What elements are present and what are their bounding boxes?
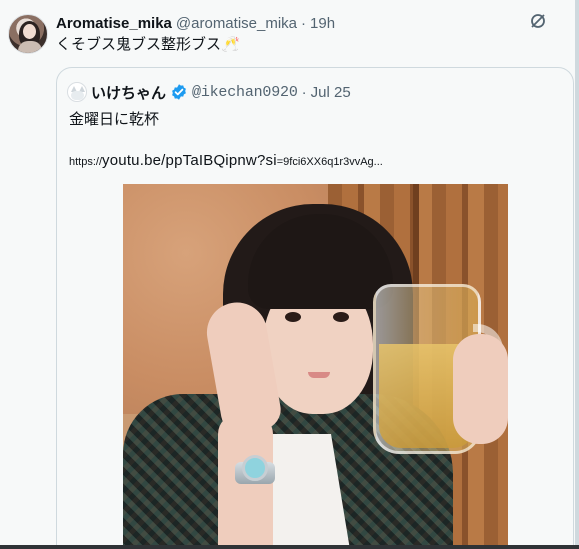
quoted-tweet-card[interactable]: いけちゃん @ikechan0920 · Jul 25 金曜日に乾杯 https…: [56, 67, 574, 549]
link-suffix: =9fci6XX6q1r3vvAg...: [276, 156, 383, 168]
quoted-display-name[interactable]: いけちゃん: [91, 82, 166, 103]
quoted-user-handle[interactable]: @ikechan0920: [192, 84, 298, 101]
quoted-timestamp[interactable]: Jul 25: [311, 84, 351, 101]
window-edge: [575, 0, 579, 549]
link-main: youtu.be/ppTaIBQipnw?si: [102, 152, 277, 169]
link-prefix: https://: [69, 156, 103, 168]
avatar[interactable]: [8, 14, 48, 54]
tweet-text: くそブス鬼ブス整形ブス🥂: [56, 36, 240, 53]
timestamp[interactable]: 19h: [310, 15, 335, 32]
quoted-tweet-text: 金曜日に乾杯: [69, 111, 160, 128]
quoted-tweet-header: いけちゃん @ikechan0920 · Jul 25: [67, 81, 351, 103]
quoted-avatar[interactable]: [67, 82, 87, 102]
verified-badge-icon: [170, 83, 188, 101]
separator-dot: ·: [301, 14, 307, 32]
avatar-body: [18, 41, 42, 53]
window-bottom-edge: [0, 545, 579, 549]
quoted-separator-dot: ·: [301, 83, 307, 101]
display-name[interactable]: Aromatise_mika: [56, 15, 172, 32]
tweet-photo[interactable]: [123, 184, 508, 549]
user-handle[interactable]: @aromatise_mika: [176, 15, 297, 32]
tweet-header: Aromatise_mika @aromatise_mika · 19h: [56, 13, 335, 33]
grok-icon[interactable]: [528, 11, 548, 31]
quoted-tweet-link[interactable]: https://youtu.be/ppTaIBQipnw?si=9fci6XX6…: [69, 152, 383, 170]
tweet-view: Aromatise_mika @aromatise_mika · 19h くそブ…: [0, 0, 579, 549]
avatar-face: [23, 24, 36, 39]
